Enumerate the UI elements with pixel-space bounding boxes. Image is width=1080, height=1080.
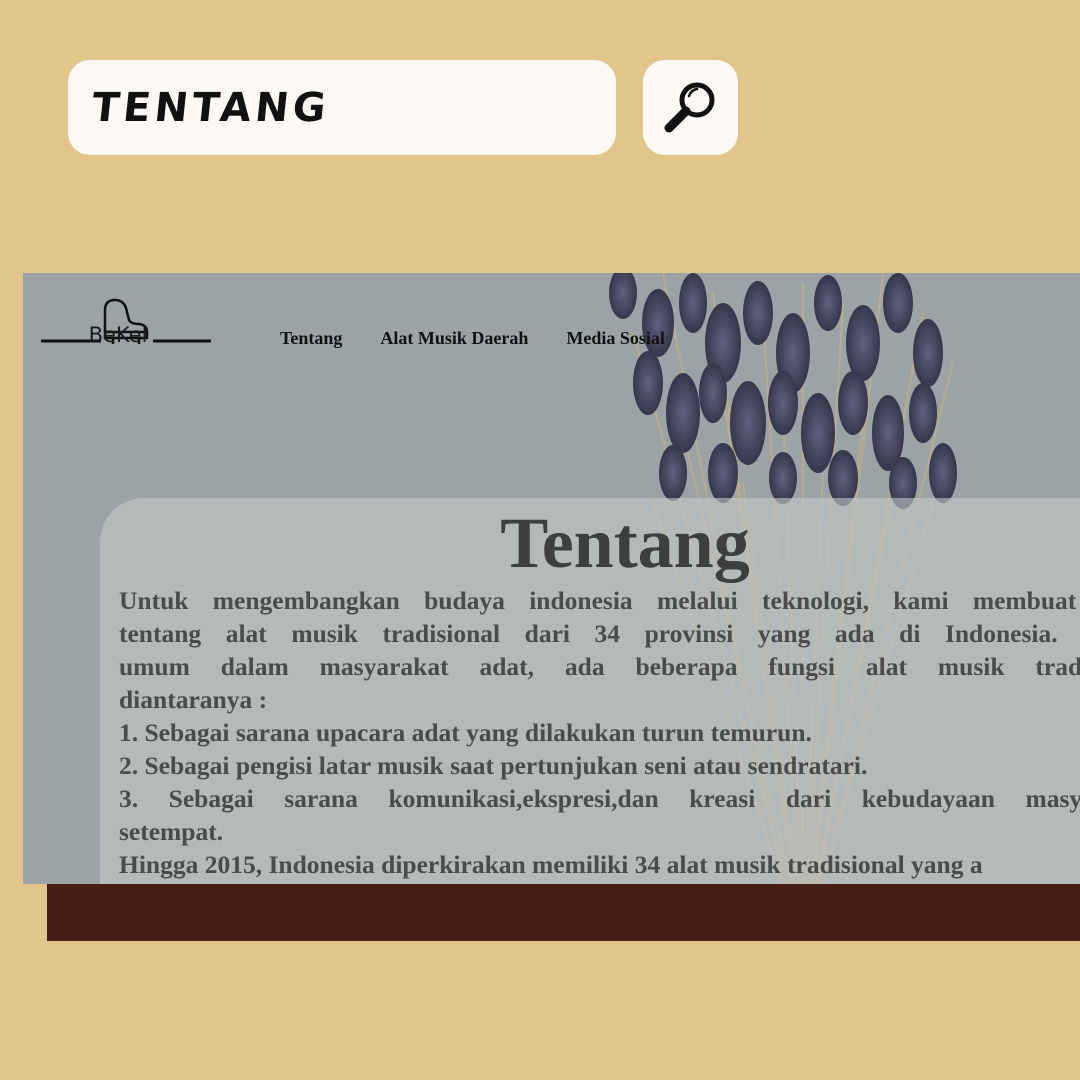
nav-link-tentang[interactable]: Tentang [280,328,342,349]
about-list-item: 3. Sebagai sarana komunikasi,ekspresi,da… [119,784,1080,813]
about-title: Tentang [500,503,750,583]
brand-name: BeKel [88,323,148,347]
about-line: umum dalam masyarakat adat, ada beberapa… [119,652,1080,681]
about-line: Hingga 2015, Indonesia diperkirakan memi… [119,850,983,879]
about-text: Untuk mengembangkan budaya indonesia mel… [119,584,1080,881]
main-nav: Tentang Alat Musik Daerah Media Sosial [280,328,665,349]
search-input-value: TENTANG [89,84,332,131]
website-screenshot: BeKel Tentang Alat Musik Daerah Media So… [23,273,1080,884]
search-button[interactable] [643,60,738,155]
nav-link-media-sosial[interactable]: Media Sosial [566,328,665,349]
nav-link-alat-musik-daerah[interactable]: Alat Musik Daerah [380,328,528,349]
about-list-item: 1. Sebagai sarana upacara adat yang dila… [119,718,812,747]
about-line: diantaranya : [119,685,268,714]
about-line: Untuk mengembangkan budaya indonesia mel… [119,586,1080,615]
about-list-item: 2. Sebagai pengisi latar musik saat pert… [119,751,868,780]
about-line: tentang alat musik tradisional dari 34 p… [119,619,1080,648]
about-line: setempat. [119,817,224,846]
about-card: Tentang Untuk mengembangkan budaya indon… [100,498,1080,884]
search-input[interactable]: TENTANG [68,60,616,155]
magnifier-icon [664,82,714,132]
